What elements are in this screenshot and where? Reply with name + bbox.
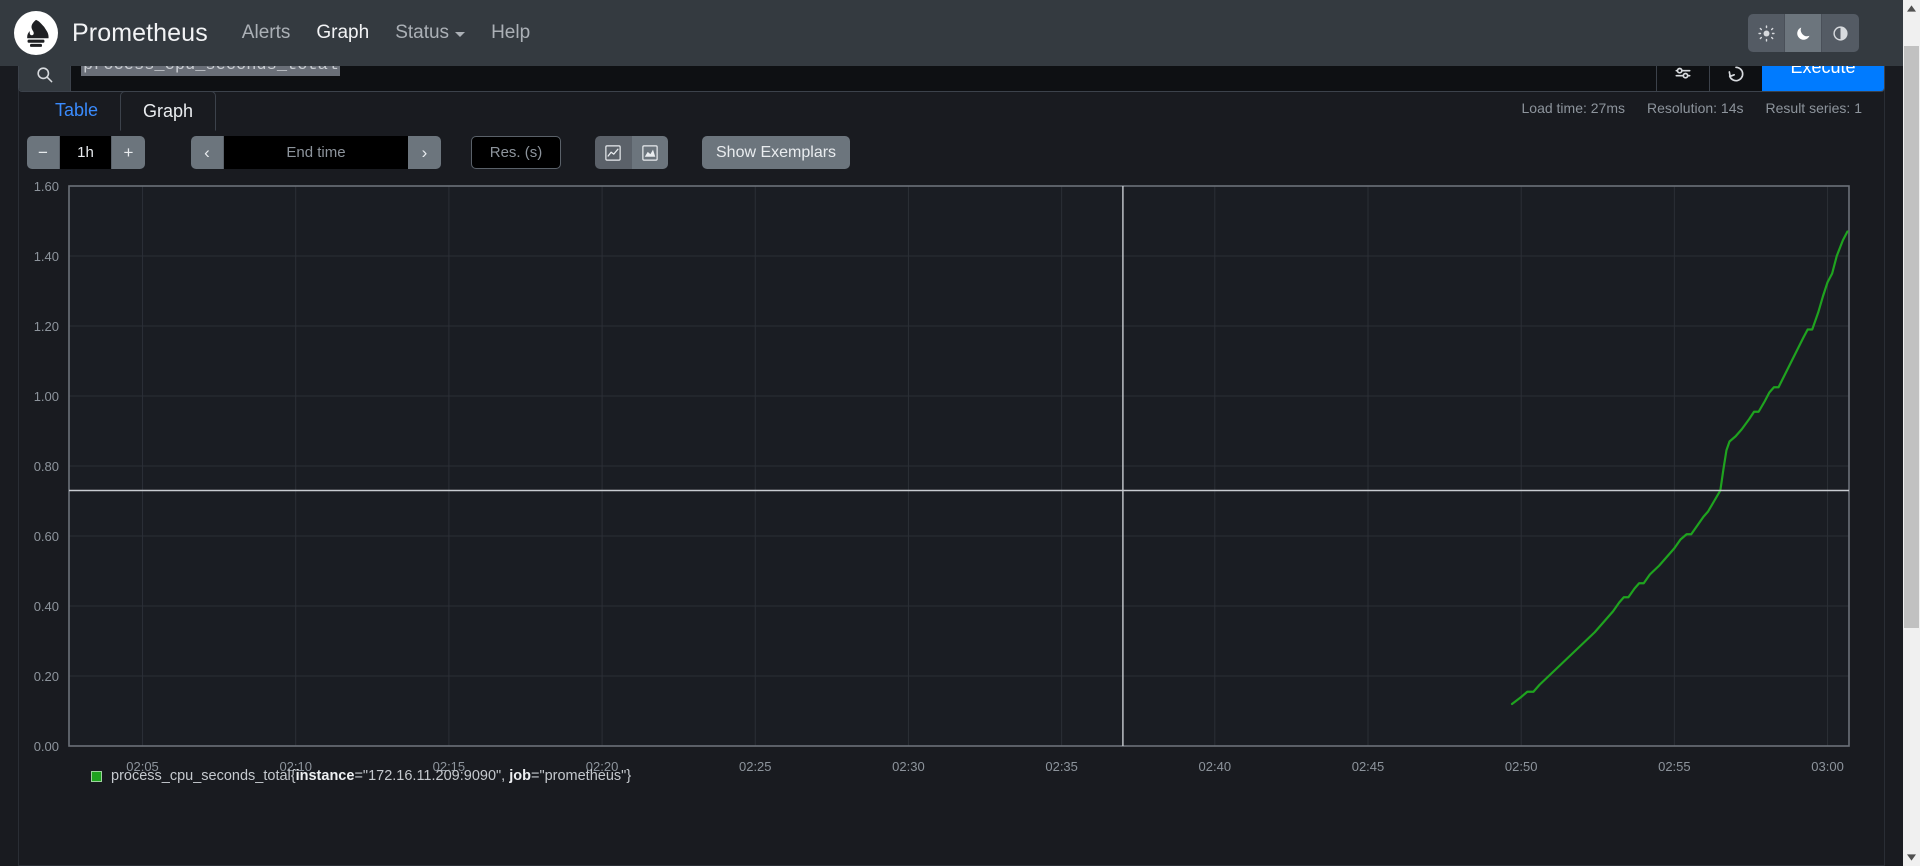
- end-time-input[interactable]: End time: [224, 136, 408, 169]
- y-axis-tick-label: 0.00: [34, 739, 59, 754]
- y-axis-tick-label: 0.40: [34, 599, 59, 614]
- x-axis-tick-label: 02:50: [1505, 759, 1538, 774]
- legend-series-label[interactable]: process_cpu_seconds_total{instance="172.…: [111, 768, 631, 784]
- range-value-label: 1h: [77, 144, 94, 161]
- show-exemplars-label: Show Exemplars: [716, 144, 836, 162]
- contrast-icon: [1832, 25, 1849, 42]
- legend-sep-0: ,: [501, 768, 509, 784]
- end-time-control: ‹ End time ›: [191, 136, 441, 169]
- legend-close-brace: }: [626, 768, 631, 784]
- prometheus-app: Prometheus Alerts Graph Status Help: [0, 0, 1920, 866]
- prometheus-logo-icon[interactable]: [14, 11, 58, 55]
- y-axis-tick-label: 1.00: [34, 389, 59, 404]
- query-stats: Load time: 27ms Resolution: 14s Result s…: [1522, 100, 1863, 116]
- time-forward-button[interactable]: ›: [408, 136, 441, 169]
- light-theme-button[interactable]: [1748, 14, 1785, 52]
- line-chart-icon: [604, 144, 622, 162]
- nav-link-status[interactable]: Status: [395, 22, 465, 44]
- legend-label-key-instance: instance: [296, 768, 355, 784]
- x-axis-tick-label: 03:00: [1811, 759, 1844, 774]
- load-time-text: Load time: 27ms: [1522, 100, 1626, 116]
- range-decrease-button[interactable]: −: [27, 136, 60, 169]
- range-input[interactable]: 1h: [60, 136, 112, 169]
- legend-metric-name: process_cpu_seconds_total: [111, 768, 291, 784]
- x-axis-tick-label: 02:40: [1199, 759, 1232, 774]
- nav-links: Alerts Graph Status Help: [242, 22, 530, 44]
- nav-link-graph-label: Graph: [316, 22, 369, 44]
- x-axis-tick-label: 02:35: [1045, 759, 1078, 774]
- legend-eq-0: =: [354, 768, 362, 784]
- page-scrollbar[interactable]: [1903, 0, 1920, 866]
- range-increase-label: +: [124, 143, 134, 163]
- stacked-chart-icon: [641, 144, 659, 162]
- auto-theme-button[interactable]: [1822, 14, 1859, 52]
- legend-label-value-job: "prometheus": [539, 768, 626, 784]
- metrics-explorer-icon: [1673, 64, 1693, 84]
- brand-title[interactable]: Prometheus: [72, 19, 208, 48]
- x-axis-tick-label: 02:30: [892, 759, 925, 774]
- chevron-down-icon: [455, 32, 465, 37]
- moon-icon: [1795, 25, 1812, 42]
- y-axis-tick-label: 0.80: [34, 459, 59, 474]
- nav-link-help[interactable]: Help: [491, 22, 530, 44]
- tab-table-label: Table: [55, 100, 98, 121]
- nav-link-graph[interactable]: Graph: [316, 22, 369, 44]
- stacked-chart-button[interactable]: [632, 136, 668, 169]
- legend-label-value-instance: "172.16.11.209:9090": [363, 768, 501, 784]
- graph-controls: − 1h + ‹ End time ›: [27, 136, 850, 169]
- range-control: − 1h +: [27, 136, 145, 169]
- y-axis-tick-label: 1.20: [34, 319, 59, 334]
- y-axis-tick-label: 0.60: [34, 529, 59, 544]
- dark-theme-button[interactable]: [1785, 14, 1822, 52]
- y-axis-tick-label: 1.40: [34, 249, 59, 264]
- range-decrease-label: −: [38, 143, 48, 163]
- history-icon: [1726, 64, 1746, 84]
- scroll-up-icon[interactable]: [1903, 0, 1920, 17]
- y-axis-tick-label: 1.60: [34, 180, 59, 194]
- resolution-text: Resolution: 14s: [1647, 100, 1744, 116]
- navbar: Prometheus Alerts Graph Status Help: [0, 0, 1903, 66]
- resolution-input[interactable]: Res. (s): [471, 136, 561, 169]
- scrollbar-thumb[interactable]: [1904, 46, 1919, 628]
- nav-link-status-label: Status: [395, 22, 449, 44]
- chart-svg[interactable]: 0.000.200.400.600.801.001.201.401.6002:0…: [19, 180, 1886, 820]
- chart-legend: process_cpu_seconds_total{instance="172.…: [91, 768, 631, 784]
- time-back-button[interactable]: ‹: [191, 136, 224, 169]
- tab-graph-label: Graph: [143, 101, 193, 122]
- x-axis-tick-label: 02:25: [739, 759, 772, 774]
- resolution-placeholder: Res. (s): [490, 144, 543, 161]
- graph-panel: Table Graph Load time: 27ms Resolution: …: [18, 88, 1885, 866]
- chevron-right-icon: ›: [422, 143, 428, 163]
- tab-graph[interactable]: Graph: [120, 91, 216, 131]
- y-axis-tick-label: 0.20: [34, 669, 59, 684]
- show-exemplars-button[interactable]: Show Exemplars: [702, 136, 850, 169]
- x-axis-tick-label: 02:55: [1658, 759, 1691, 774]
- scroll-down-icon[interactable]: [1903, 849, 1920, 866]
- result-series-text: Result series: 1: [1766, 100, 1862, 116]
- range-increase-button[interactable]: +: [112, 136, 145, 169]
- graph-chart[interactable]: 0.000.200.400.600.801.001.201.401.6002:0…: [19, 180, 1886, 820]
- line-chart-button[interactable]: [595, 136, 632, 169]
- chart-type-control: [595, 136, 668, 169]
- end-time-placeholder: End time: [286, 144, 345, 161]
- legend-label-key-job: job: [509, 768, 531, 784]
- nav-link-alerts[interactable]: Alerts: [242, 22, 291, 44]
- chevron-left-icon: ‹: [204, 143, 210, 163]
- legend-color-swatch[interactable]: [91, 771, 102, 782]
- theme-switcher: [1748, 14, 1859, 52]
- tab-table[interactable]: Table: [33, 90, 120, 130]
- sun-icon: [1758, 25, 1775, 42]
- nav-link-alerts-label: Alerts: [242, 22, 291, 44]
- x-axis-tick-label: 02:45: [1352, 759, 1385, 774]
- nav-link-help-label: Help: [491, 22, 530, 44]
